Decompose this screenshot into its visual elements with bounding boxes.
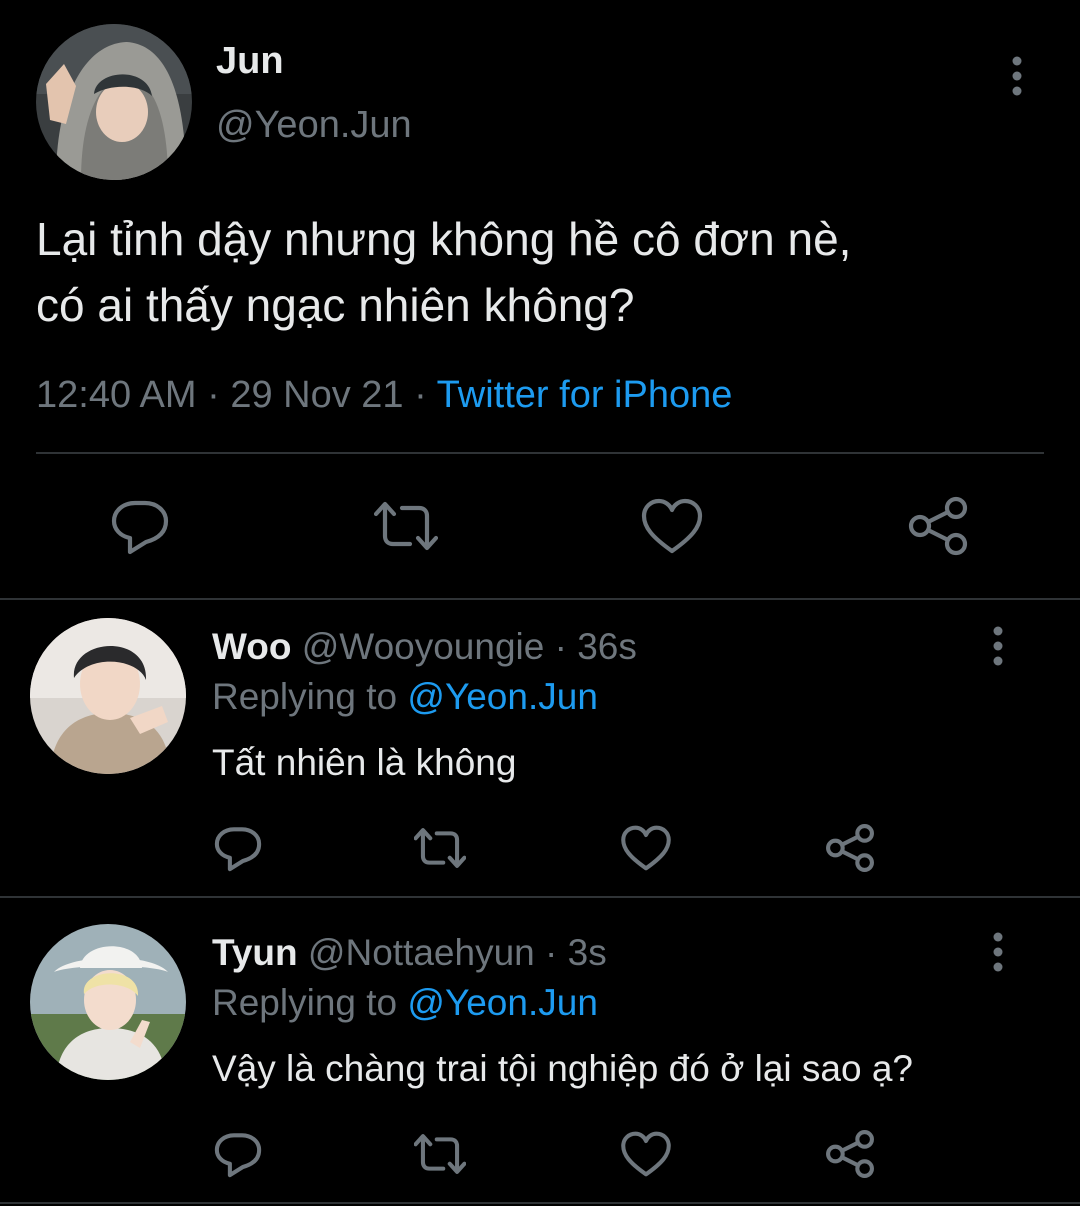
divider bbox=[0, 1202, 1080, 1204]
tweet-metadata: 12:40 AM · 29 Nov 21 · Twitter for iPhon… bbox=[36, 374, 732, 417]
like-icon[interactable] bbox=[640, 494, 704, 558]
more-options-icon[interactable] bbox=[1012, 56, 1022, 96]
reply-time: 3s bbox=[567, 932, 607, 973]
share-icon[interactable] bbox=[824, 822, 876, 874]
replying-to-prefix: Replying to bbox=[212, 982, 398, 1023]
reply-header: Tyun @Nottaehyun · 3s bbox=[212, 932, 607, 974]
avatar[interactable] bbox=[30, 618, 186, 774]
meta-separator: · bbox=[207, 374, 220, 416]
tweet-text-line: có ai thấy ngạc nhiên không? bbox=[36, 279, 635, 331]
tweet-text-line: Lại tỉnh dậy nhưng không hề cô đơn nè, bbox=[36, 213, 852, 265]
avatar[interactable] bbox=[30, 924, 186, 1080]
author-handle[interactable]: @Yeon.Jun bbox=[216, 104, 412, 147]
replying-to: Replying to @Yeon.Jun bbox=[212, 982, 598, 1024]
reply-author-name[interactable]: Woo bbox=[212, 626, 291, 667]
retweet-icon[interactable] bbox=[414, 1128, 466, 1180]
like-icon[interactable] bbox=[620, 822, 672, 874]
reply-header: Woo @Wooyoungie · 36s bbox=[212, 626, 637, 668]
divider bbox=[0, 598, 1080, 600]
share-icon[interactable] bbox=[824, 1128, 876, 1180]
replying-to-mention[interactable]: @Yeon.Jun bbox=[407, 676, 598, 717]
tweet-source-link[interactable]: Twitter for iPhone bbox=[437, 374, 733, 416]
avatar[interactable] bbox=[36, 24, 192, 180]
replying-to-mention[interactable]: @Yeon.Jun bbox=[407, 982, 598, 1023]
reply-text: Tất nhiên là không bbox=[212, 742, 517, 783]
like-icon[interactable] bbox=[620, 1128, 672, 1180]
reply-time: 36s bbox=[577, 626, 637, 667]
divider bbox=[0, 896, 1080, 898]
replying-to: Replying to @Yeon.Jun bbox=[212, 676, 598, 718]
tweet-date: 29 Nov 21 bbox=[230, 374, 404, 416]
reply-text: Vậy là chàng trai tội nghiệp đó ở lại sa… bbox=[212, 1048, 913, 1089]
replying-to-prefix: Replying to bbox=[212, 676, 398, 717]
meta-separator: · bbox=[414, 374, 427, 416]
retweet-icon[interactable] bbox=[414, 822, 466, 874]
tweet-text: Lại tỉnh dậy nhưng không hề cô đơn nè, c… bbox=[36, 206, 1036, 338]
reply-author-handle[interactable]: @Wooyoungie bbox=[302, 626, 545, 667]
divider bbox=[36, 452, 1044, 454]
reply-icon[interactable] bbox=[212, 1128, 264, 1180]
more-options-icon[interactable] bbox=[993, 932, 1003, 972]
author-name[interactable]: Jun bbox=[216, 40, 284, 83]
reply-author-name[interactable]: Tyun bbox=[212, 932, 298, 973]
reply-author-handle[interactable]: @Nottaehyun bbox=[308, 932, 535, 973]
retweet-icon[interactable] bbox=[374, 494, 438, 558]
reply-icon[interactable] bbox=[212, 822, 264, 874]
more-options-icon[interactable] bbox=[993, 626, 1003, 666]
reply-icon[interactable] bbox=[108, 494, 172, 558]
meta-separator: · bbox=[545, 932, 558, 973]
share-icon[interactable] bbox=[906, 494, 970, 558]
tweet-time: 12:40 AM bbox=[36, 374, 197, 416]
meta-separator: · bbox=[554, 626, 567, 667]
